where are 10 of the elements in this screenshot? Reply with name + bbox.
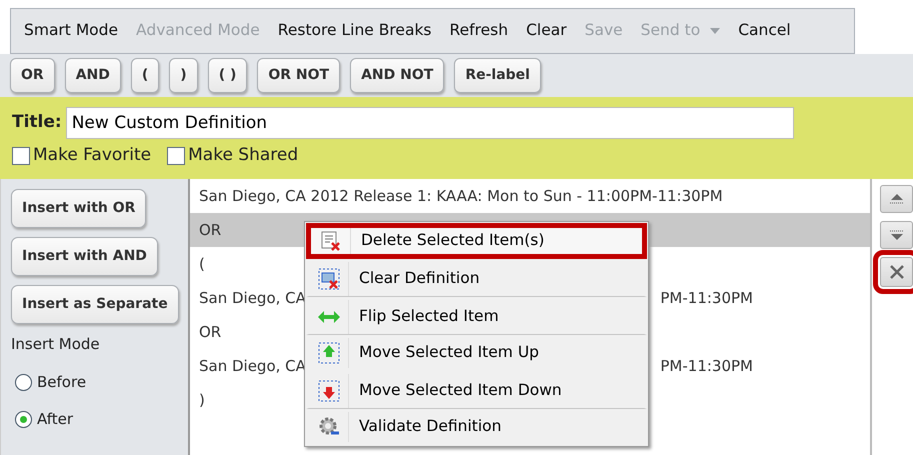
row-text: PM-11:30PM [660, 356, 753, 377]
row-text: San Diego, CA 2012 Release 1: KAAA: Mon to Sun - 11:00PM-11:30PM [199, 186, 723, 207]
insert-mode-label: Insert Mode [11, 334, 101, 355]
radio-label: After [37, 408, 74, 430]
checkbox-label: Make Favorite [33, 144, 152, 167]
radio-label: Before [37, 372, 86, 393]
title-label: Title: [12, 111, 62, 134]
row-text: OR [199, 220, 222, 241]
row-text: PM-11:30PM [660, 288, 753, 309]
checkbox-label: Make Shared [188, 144, 298, 167]
